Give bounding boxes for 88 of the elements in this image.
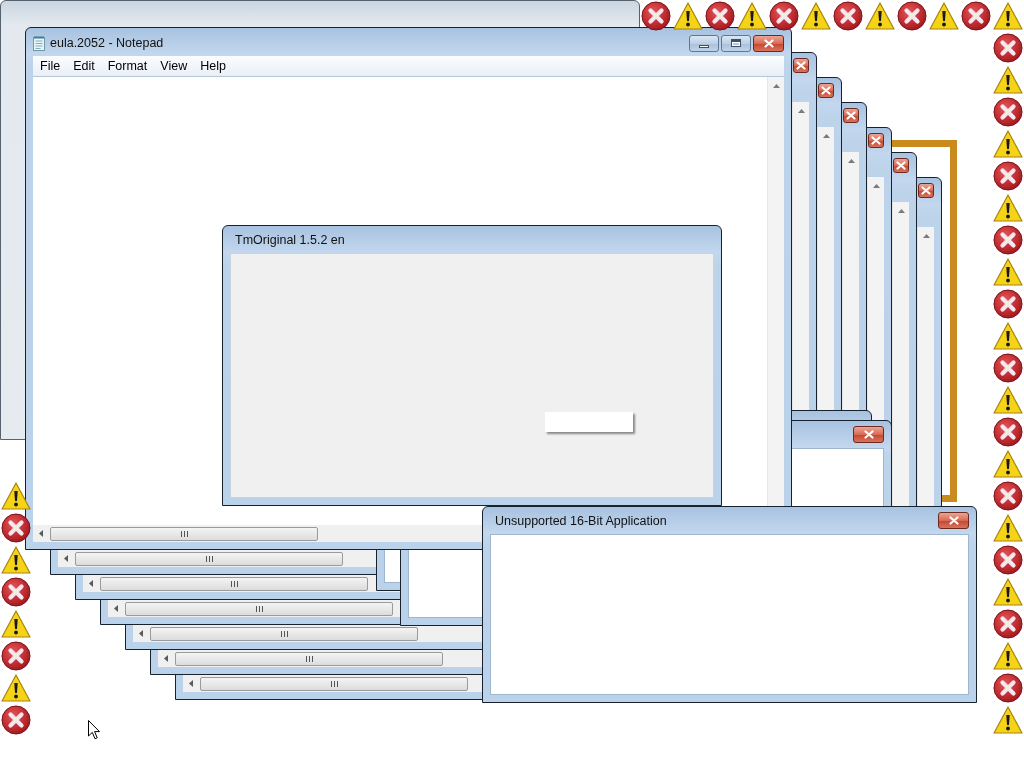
window-title: Unsupported 16-Bit Application <box>495 513 667 528</box>
scroll-left-icon <box>64 555 68 562</box>
scroll-left-icon <box>39 530 43 537</box>
error-icon <box>1 577 31 607</box>
menu-item[interactable]: Help <box>193 59 232 73</box>
warning-icon <box>993 513 1023 543</box>
warning-icon <box>993 577 1023 607</box>
error-icon <box>993 289 1023 319</box>
close-icon <box>863 430 874 439</box>
warning-icon <box>801 1 831 31</box>
close-button[interactable] <box>918 183 934 198</box>
error-icon <box>993 97 1023 127</box>
warning-icon <box>993 129 1023 159</box>
scroll-left-icon <box>114 605 118 612</box>
scroll-up-icon <box>847 159 855 163</box>
error-icon <box>993 225 1023 255</box>
menu-item[interactable]: Format <box>100 59 154 73</box>
close-button[interactable] <box>853 426 884 443</box>
error-icon <box>993 609 1023 639</box>
close-button[interactable] <box>843 108 859 123</box>
warning-icon <box>993 705 1023 735</box>
error-icon <box>993 417 1023 447</box>
minimize-icon <box>699 44 709 48</box>
error-icon <box>993 161 1023 191</box>
warning-icon <box>737 1 767 31</box>
warning-icon <box>993 257 1023 287</box>
warning-icon <box>865 1 895 31</box>
error-icon <box>1 705 31 735</box>
error-icon <box>641 1 671 31</box>
cursor-icon <box>88 720 100 740</box>
scroll-left-icon <box>89 580 93 587</box>
close-icon <box>896 161 906 170</box>
menu-item[interactable]: Edit <box>66 59 101 73</box>
close-button[interactable] <box>793 58 809 73</box>
close-icon <box>821 86 831 95</box>
scroll-left-icon <box>189 680 193 687</box>
close-button[interactable] <box>753 34 784 52</box>
error-icon <box>993 545 1023 575</box>
warning-icon <box>993 65 1023 95</box>
close-icon <box>796 61 806 70</box>
maximize-button[interactable] <box>721 34 751 52</box>
scroll-up-icon <box>797 109 805 113</box>
warning-icon <box>929 1 959 31</box>
window-title: TmOriginal 1.5.2 en <box>235 232 345 247</box>
close-button[interactable] <box>818 83 834 98</box>
close-button[interactable] <box>868 133 884 148</box>
close-button[interactable] <box>938 512 969 529</box>
close-icon <box>921 186 931 195</box>
menu-item[interactable]: View <box>153 59 194 73</box>
warning-icon <box>993 1 1023 31</box>
warning-icon <box>993 385 1023 415</box>
scroll-up-icon <box>822 134 830 138</box>
scroll-left-icon <box>139 630 143 637</box>
warning-icon <box>993 193 1023 223</box>
error-icon <box>1 513 31 543</box>
close-icon <box>763 38 774 48</box>
window-title: eula.2052 - Notepad <box>50 36 164 50</box>
close-icon <box>846 111 856 120</box>
error-icon <box>993 353 1023 383</box>
error-icon <box>993 481 1023 511</box>
warning-icon <box>1 481 31 511</box>
error-icon <box>769 1 799 31</box>
notepad-icon <box>33 35 45 51</box>
minimize-button[interactable] <box>689 34 719 52</box>
close-icon <box>871 136 881 145</box>
error-icon <box>897 1 927 31</box>
error-icon <box>705 1 735 31</box>
error-icon <box>993 673 1023 703</box>
warning-icon <box>673 1 703 31</box>
scroll-left-icon <box>164 655 168 662</box>
menu-item[interactable]: File <box>33 59 67 73</box>
warning-icon <box>1 545 31 575</box>
scroll-up-icon <box>922 234 930 238</box>
warning-icon <box>1 673 31 703</box>
close-button[interactable] <box>893 158 909 173</box>
error-icon <box>993 33 1023 63</box>
warning-icon <box>993 641 1023 671</box>
error-icon <box>961 1 991 31</box>
scroll-up-icon <box>872 184 880 188</box>
scroll-up-icon <box>897 209 905 213</box>
warning-icon <box>993 321 1023 351</box>
scroll-up-icon <box>772 84 780 88</box>
error-icon <box>1 641 31 671</box>
maximize-icon <box>731 39 741 47</box>
warning-icon <box>993 449 1023 479</box>
warning-icon <box>1 609 31 639</box>
error-icon <box>833 1 863 31</box>
close-icon <box>948 516 959 525</box>
